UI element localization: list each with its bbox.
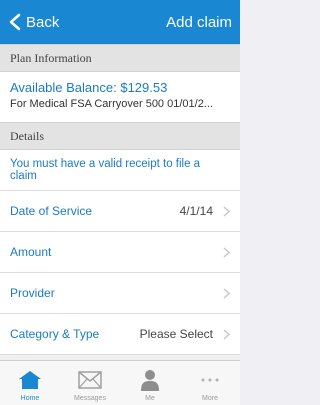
category-type-label: Category & Type xyxy=(10,327,100,341)
category-type-value: Please Select xyxy=(139,327,213,341)
available-balance: Available Balance: $129.53 xyxy=(10,80,168,95)
receipt-notice: You must have a valid receipt to file a … xyxy=(10,158,201,182)
amount-label: Amount xyxy=(10,245,52,259)
date-of-service-label: Date of Service xyxy=(10,204,93,218)
chevron-right-icon xyxy=(223,287,230,299)
tab-home-label: Home xyxy=(20,395,40,402)
provider-row[interactable]: Provider xyxy=(0,273,240,314)
details-header: Details xyxy=(0,122,240,150)
tab-messages[interactable]: Messages xyxy=(60,361,120,405)
back-button[interactable]: Back xyxy=(8,0,59,44)
plan-description: For Medical FSA Carryover 500 01/01/2... xyxy=(10,98,213,110)
more-icon xyxy=(197,369,223,391)
plan-information-header: Plan Information xyxy=(0,44,240,72)
chevron-left-icon xyxy=(9,13,21,31)
tab-messages-label: Messages xyxy=(74,395,106,402)
navigation-bar: Back Add claim xyxy=(0,0,240,44)
tab-more[interactable]: More xyxy=(180,361,240,405)
tab-me-label: Me xyxy=(145,395,155,402)
tab-bar: Home Messages Me More xyxy=(0,360,240,405)
provider-label: Provider xyxy=(10,286,55,300)
date-of-service-value: 4/1/14 xyxy=(179,204,213,218)
category-type-row[interactable]: Category & Type Please Select xyxy=(0,314,240,355)
add-claim-button[interactable]: Add claim xyxy=(166,0,232,44)
back-button-label: Back xyxy=(26,13,60,31)
home-icon xyxy=(17,369,43,391)
receipt-notice-row: You must have a valid receipt to file a … xyxy=(0,150,240,191)
tab-me[interactable]: Me xyxy=(120,361,180,405)
balance-block[interactable]: Available Balance: $129.53 For Medical F… xyxy=(0,72,240,122)
chevron-right-icon xyxy=(223,246,230,258)
amount-row[interactable]: Amount xyxy=(0,232,240,273)
envelope-icon xyxy=(77,369,103,391)
person-icon xyxy=(137,369,163,391)
chevron-right-icon xyxy=(223,205,230,217)
chevron-right-icon xyxy=(223,328,230,340)
date-of-service-row[interactable]: Date of Service 4/1/14 xyxy=(0,191,240,232)
tab-home[interactable]: Home xyxy=(0,361,60,405)
tab-more-label: More xyxy=(202,395,218,402)
